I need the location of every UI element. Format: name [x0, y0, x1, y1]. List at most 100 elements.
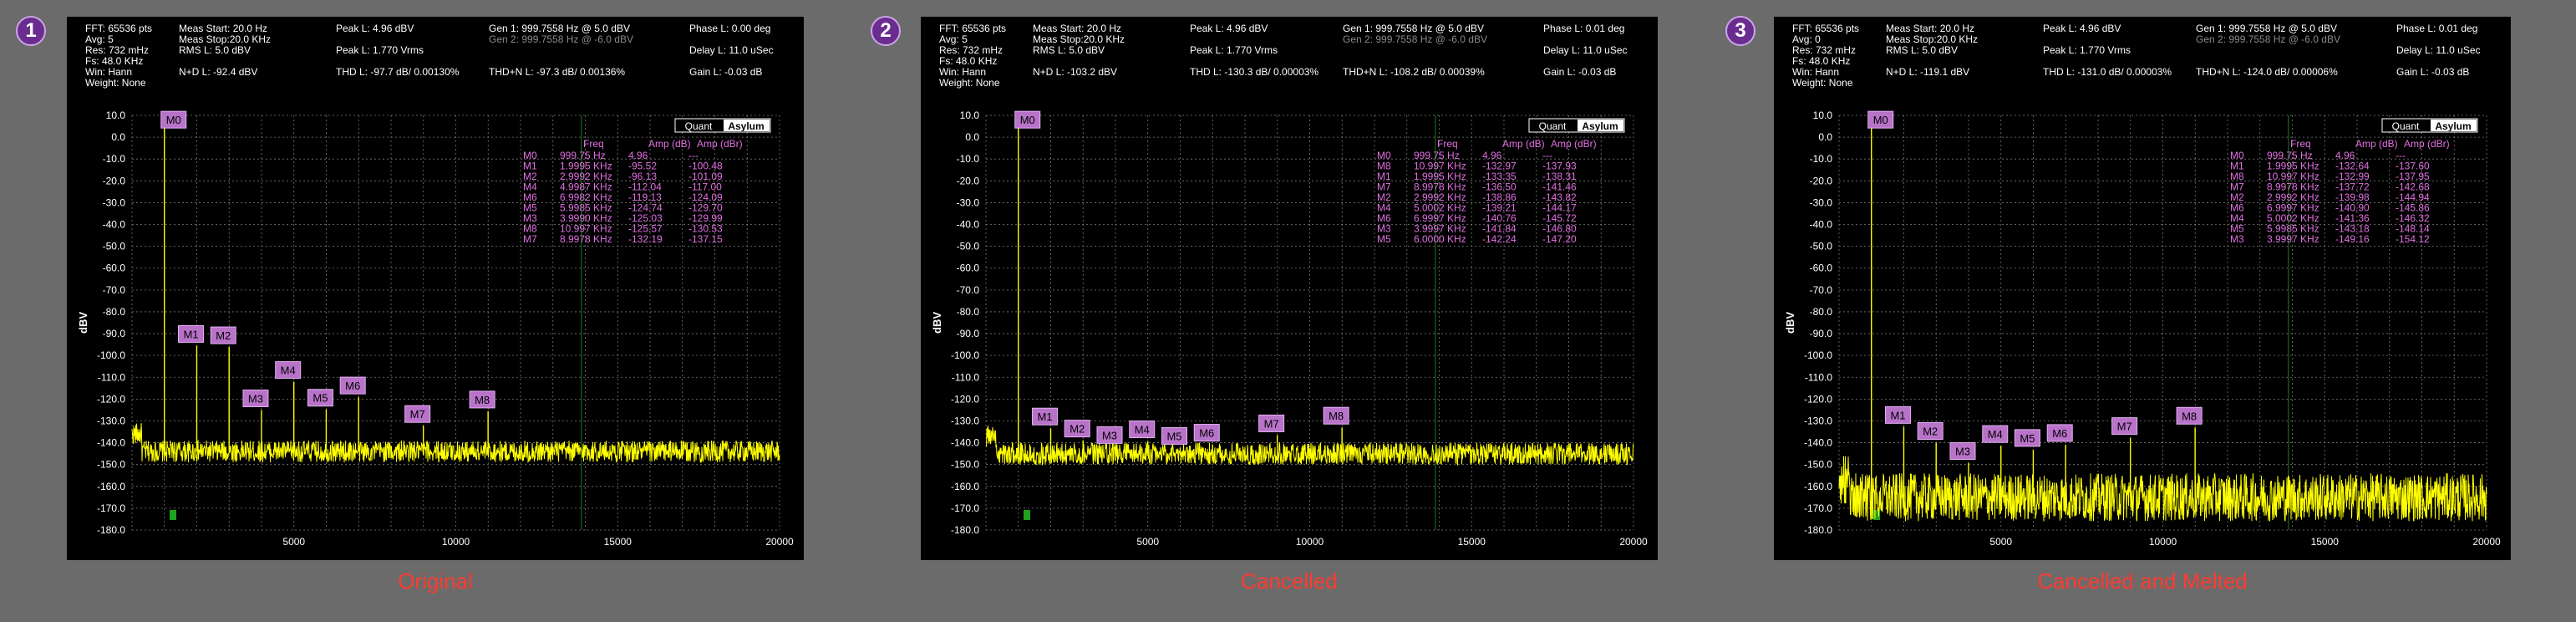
table-header-amp-db: Amp (dB) — [2355, 138, 2398, 150]
header-thdn: THD+N L: -97.3 dB/ 0.00136% — [489, 66, 625, 78]
y-tick-label: -10.0 — [1810, 153, 1833, 165]
header-nd: N+D L: -103.2 dBV — [1033, 66, 1117, 78]
header-fft: FFT: 65536 pts — [85, 23, 152, 34]
y-tick-label: -120.0 — [1804, 393, 1832, 405]
y-tick-label: -160.0 — [1804, 481, 1832, 492]
marker-m6: M6 — [1193, 424, 1220, 442]
header-meas-stop: Meas Stop:20.0 KHz — [1886, 33, 1978, 45]
table-header-amp-db: Amp (dB) — [648, 138, 691, 150]
quantasylum-logo: Quant Asylum — [674, 118, 771, 133]
header-res: Res: 732 mHz — [1792, 44, 1856, 56]
y-tick-label: -160.0 — [97, 481, 125, 492]
marker-label: M6 — [2052, 427, 2067, 440]
table-cell: M7 — [523, 233, 537, 245]
y-tick-label: -60.0 — [103, 263, 126, 274]
marker-label: M7 — [2117, 421, 2132, 433]
caption-original: Original — [398, 568, 473, 594]
y-tick-label: 10.0 — [1813, 110, 1833, 121]
marker-label: M2 — [1070, 423, 1085, 436]
y-tick-label: -40.0 — [103, 219, 126, 231]
x-tick-label: 20000 — [1619, 536, 1648, 548]
y-axis-label: dBV — [77, 312, 89, 334]
header-meas-stop: Meas Stop:20.0 KHz — [179, 33, 271, 45]
marker-label: M2 — [1923, 426, 1938, 438]
header-peak-vrms: Peak L: 1.770 Vrms — [1190, 44, 1278, 56]
x-tick-label: 10000 — [1296, 536, 1324, 548]
header-gain: Gain L: -0.03 dB — [1543, 66, 1616, 78]
table-cell: 6.0000 KHz — [1414, 233, 1466, 245]
header-rms: RMS L: 5.0 dBV — [1886, 44, 1958, 56]
header-peak-vrms: Peak L: 1.770 Vrms — [336, 44, 424, 56]
header-rms: RMS L: 5.0 dBV — [1033, 44, 1105, 56]
header-gain: Gain L: -0.03 dB — [2396, 66, 2469, 78]
header-thdn: THD+N L: -108.2 dB/ 0.00039% — [1343, 66, 1485, 78]
marker-m5: M5 — [307, 389, 333, 407]
table-header-freq: Freq — [583, 138, 604, 150]
table-header-amp-dbr: Amp (dBr) — [697, 138, 743, 150]
x-tick-label: 10000 — [2149, 536, 2177, 548]
marker-m1: M1 — [1031, 407, 1058, 426]
header-nd: N+D L: -92.4 dBV — [179, 66, 257, 78]
header-delay: Delay L: 11.0 uSec — [2396, 44, 2481, 56]
table-cell: M3 — [2230, 233, 2244, 245]
marker-label: M1 — [183, 328, 198, 340]
y-tick-label: -170.0 — [1804, 502, 1832, 514]
marker-m3: M3 — [1096, 426, 1123, 444]
y-tick-label: -80.0 — [1810, 306, 1833, 318]
header-avg: Avg: 0 — [1792, 33, 1821, 45]
marker-label: M3 — [248, 392, 263, 405]
y-tick-label: -140.0 — [97, 437, 125, 449]
y-axis-label: dBV — [1784, 312, 1796, 334]
header-fs: Fs: 48.0 KHz — [85, 55, 143, 67]
marker-m6: M6 — [2046, 424, 2073, 442]
y-tick-label: 10.0 — [106, 110, 126, 121]
quantasylum-logo: Quant Asylum — [2381, 118, 2478, 133]
table-header-amp-db: Amp (dB) — [1502, 138, 1545, 150]
y-tick-label: -20.0 — [957, 175, 980, 186]
header-peak-dbv: Peak L: 4.96 dBV — [1190, 23, 1268, 34]
marker-label: M0 — [1873, 114, 1888, 126]
marker-label: M0 — [166, 114, 181, 126]
marker-m2: M2 — [210, 326, 236, 344]
header-gen2: Gen 2: 999.7558 Hz @ -6.0 dBV — [489, 33, 633, 45]
quantasylum-logo: Quant Asylum — [1528, 118, 1625, 133]
marker-m5: M5 — [1161, 426, 1187, 445]
marker-m1: M1 — [1884, 405, 1911, 424]
y-tick-label: -90.0 — [1810, 328, 1833, 339]
y-tick-label: -90.0 — [957, 328, 980, 339]
header-fs: Fs: 48.0 KHz — [939, 55, 997, 67]
header-meas-stop: Meas Stop:20.0 KHz — [1033, 33, 1125, 45]
badge-1: 1 — [16, 16, 46, 46]
y-tick-label: -150.0 — [97, 459, 125, 471]
header-rms: RMS L: 5.0 dBV — [179, 44, 251, 56]
y-tick-label: -130.0 — [97, 415, 125, 426]
y-tick-label: -10.0 — [957, 153, 980, 165]
y-tick-label: -170.0 — [951, 502, 979, 514]
header-gen1: Gen 1: 999.7558 Hz @ 5.0 dBV — [1343, 23, 1484, 34]
table-header-amp-dbr: Amp (dBr) — [2404, 138, 2450, 150]
marker-label: M5 — [312, 392, 328, 405]
y-tick-label: -40.0 — [1810, 219, 1833, 231]
marker-label: M8 — [1329, 410, 1344, 422]
header-meas-start: Meas Start: 20.0 Hz — [1033, 23, 1121, 34]
header-fs: Fs: 48.0 KHz — [1792, 55, 1850, 67]
y-tick-label: -30.0 — [103, 196, 126, 208]
header-phase: Phase L: 0.01 deg — [2396, 23, 2477, 34]
logo-text-asylum: Asylum — [2435, 120, 2471, 132]
y-tick-label: -70.0 — [1810, 284, 1833, 296]
marker-m8: M8 — [1323, 406, 1349, 425]
y-tick-label: -160.0 — [951, 481, 979, 492]
marker-m1: M1 — [177, 324, 204, 343]
y-tick-label: 0.0 — [965, 131, 979, 143]
marker-m7: M7 — [404, 405, 431, 423]
y-tick-label: -70.0 — [957, 284, 980, 296]
header-fft: FFT: 65536 pts — [1792, 23, 1859, 34]
y-tick-label: -30.0 — [1810, 196, 1833, 208]
y-tick-label: 10.0 — [960, 110, 980, 121]
y-tick-label: -120.0 — [97, 393, 125, 405]
x-tick-label: 20000 — [765, 536, 794, 548]
y-tick-label: -110.0 — [98, 371, 125, 383]
y-tick-label: -20.0 — [1810, 175, 1833, 186]
marker-m0: M0 — [1867, 110, 1894, 129]
header-peak-dbv: Peak L: 4.96 dBV — [2043, 23, 2121, 34]
